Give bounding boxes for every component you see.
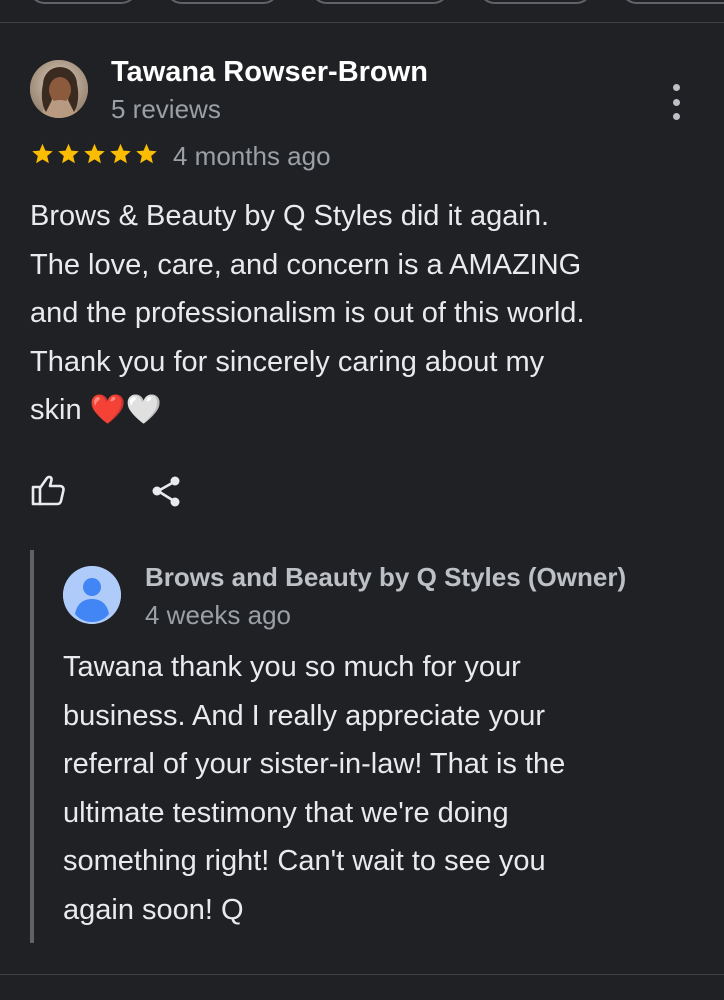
review-text-line: and the professionalism is out of this w… [30, 297, 585, 329]
filter-chip[interactable] [620, 0, 724, 4]
filter-chip[interactable] [478, 0, 593, 4]
review-card: Tawana Rowser-Brown 5 reviews 4 months a… [0, 0, 724, 1000]
person-icon [63, 566, 121, 624]
response-text-line: business. And I really appreciate your [63, 699, 545, 732]
thumb-up-icon[interactable] [28, 470, 70, 512]
response-text-line: again soon! Q [63, 893, 244, 926]
star-icon [30, 142, 55, 171]
review-text-line: Brows & Beauty by Q Styles did it again. [30, 200, 550, 232]
star-icon [56, 142, 81, 171]
star-icon [82, 142, 107, 171]
filter-chip-row [0, 0, 724, 4]
owner-avatar [63, 566, 121, 624]
star-rating [30, 142, 159, 171]
share-icon[interactable] [146, 470, 188, 512]
review-date: 4 months ago [173, 140, 331, 171]
star-icon [134, 142, 159, 171]
response-text-line: ultimate testimony that we're doing [63, 796, 509, 829]
review-text-line: skin ❤️🤍 [30, 394, 162, 426]
response-text-line: something right! Can't wait to see you [63, 845, 546, 877]
filter-chip[interactable] [310, 0, 450, 4]
filter-chip[interactable] [165, 0, 280, 4]
review-text: Brows & Beauty by Q Styles did it again.… [30, 192, 700, 435]
star-icon [108, 142, 133, 171]
more-vert-icon[interactable] [666, 84, 686, 120]
owner-name: Brows and Beauty by Q Styles (Owner) [145, 562, 627, 592]
owner-response-text: Tawana thank you so much for your busines… [63, 643, 703, 934]
reviewer-name[interactable]: Tawana Rowser-Brown [111, 56, 428, 89]
review-text-line: Thank you for sincerely caring about my [30, 345, 545, 378]
response-indent-bar [30, 550, 34, 943]
response-text-line: referral of your sister-in-law! That is … [63, 748, 566, 780]
reviewer-review-count: 5 reviews [111, 94, 221, 124]
rating-row: 4 months ago [30, 140, 331, 172]
filter-chip[interactable] [28, 0, 138, 4]
response-text-line: Tawana thank you so much for your [63, 651, 521, 683]
owner-response-date: 4 weeks ago [145, 600, 291, 630]
divider [0, 974, 724, 975]
divider [0, 22, 724, 23]
review-text-line: The love, care, and concern is a AMAZING [30, 248, 582, 281]
reviewer-avatar[interactable] [30, 60, 88, 118]
